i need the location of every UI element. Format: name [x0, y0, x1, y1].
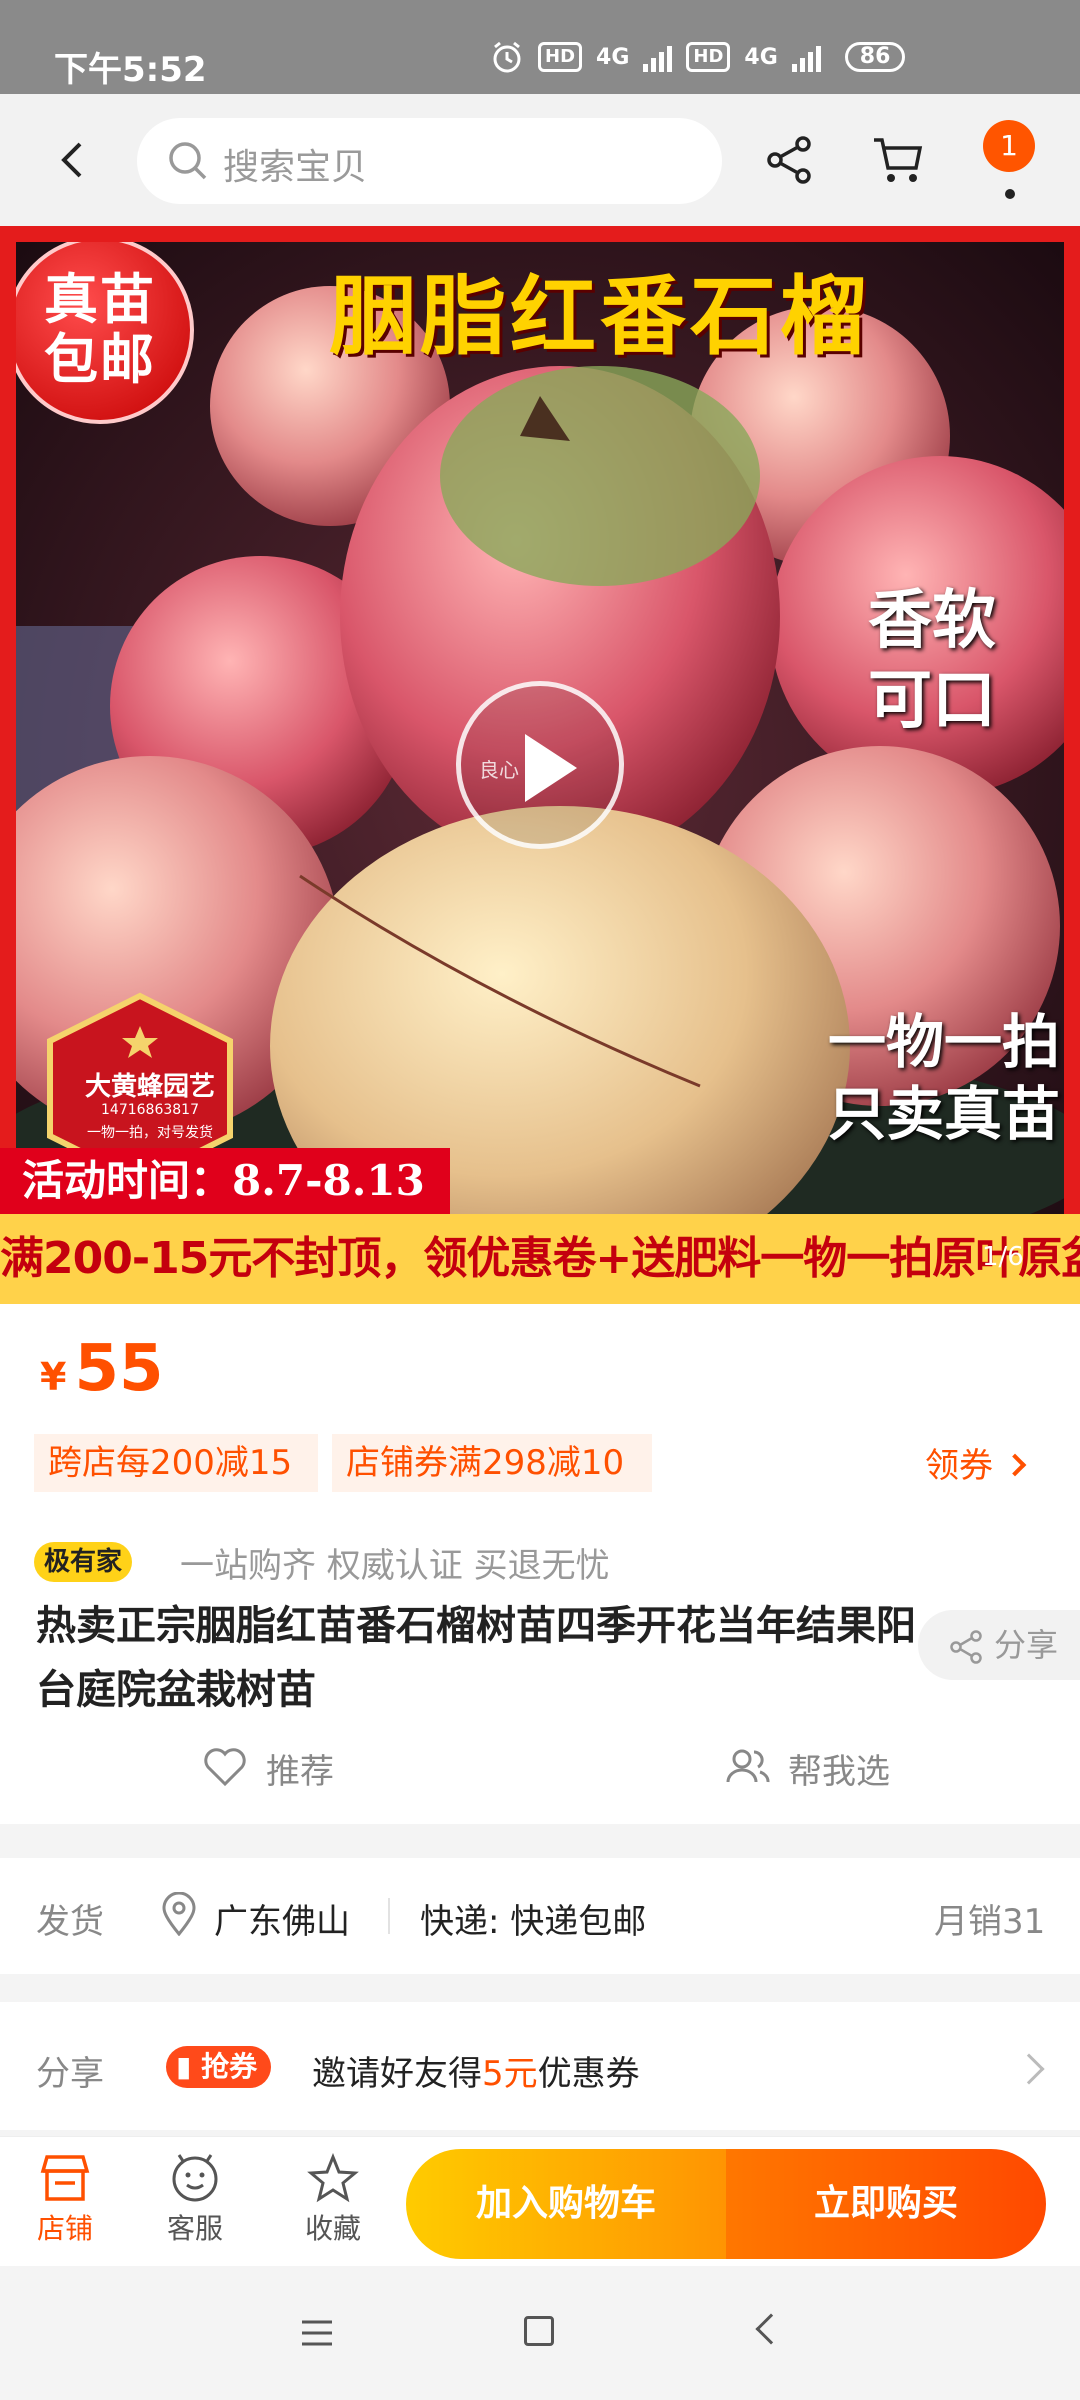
- search-bar[interactable]: 搜索宝贝: [137, 118, 722, 204]
- system-back-icon[interactable]: [755, 2313, 787, 2345]
- cross-store-coupon[interactable]: 跨店每200减15: [34, 1434, 318, 1492]
- favorite-button[interactable]: 收藏: [278, 2153, 388, 2247]
- hero-slogan: 一物一拍 只卖真苗: [827, 1008, 1060, 1148]
- share-button[interactable]: 分享: [918, 1610, 1080, 1680]
- invite-text: 邀请好友得5元优惠券: [312, 2046, 640, 2095]
- hd-icon: HD: [686, 42, 731, 72]
- heart-icon: [204, 1748, 246, 1787]
- shipping-row[interactable]: 发货 广东佛山 快递: 快递包邮 月销31: [0, 1858, 1080, 1974]
- ticket-icon: ▮: [176, 2050, 192, 2083]
- share-label: 分享: [994, 1626, 1059, 1664]
- back-arrow-icon[interactable]: [50, 136, 98, 184]
- top-nav: 搜索宝贝 1: [0, 94, 1080, 226]
- grab-coupon-badge: ▮ 抢券: [166, 2046, 272, 2088]
- play-icon: [525, 734, 577, 802]
- shipping-label: 发货: [36, 1902, 104, 1942]
- customer-service-button[interactable]: 客服: [140, 2153, 250, 2247]
- home-icon[interactable]: [524, 2316, 554, 2346]
- get-coupon-link[interactable]: 领券: [925, 1438, 1027, 1487]
- star-icon: [307, 2153, 359, 2203]
- network-type: 4G: [596, 44, 630, 70]
- notification-badge: 1: [983, 120, 1035, 172]
- help-choose-label: 帮我选: [788, 1752, 890, 1792]
- status-icons: HD 4G HD 4G 86: [490, 40, 906, 74]
- alarm-icon: [493, 41, 521, 73]
- invite-suffix: 优惠券: [537, 2054, 640, 2094]
- search-icon: [169, 142, 207, 180]
- buy-now-button[interactable]: 立即购买: [726, 2149, 1046, 2259]
- share-row-label: 分享: [36, 2054, 104, 2094]
- signal-icon: [643, 42, 673, 72]
- genuine-free-shipping-tag: 真苗 包邮: [6, 236, 194, 424]
- cart-icon[interactable]: [870, 132, 926, 186]
- promo-banner: 满200-15元不封顶，领优惠卷+送肥料一物一拍原叶原盆佛山发: [0, 1214, 1080, 1304]
- signal-icon: [791, 42, 821, 72]
- play-video-button[interactable]: 良心: [456, 681, 624, 849]
- price-section: ¥55 跨店每200减15 店铺券满298减10 领券 极有家 一站购齐 权威认…: [0, 1304, 1080, 1824]
- watermark: 良心: [479, 758, 519, 782]
- shop-badge-phone: 14716863817: [101, 1102, 199, 1118]
- monthly-sales: 月销31: [934, 1902, 1046, 1942]
- price-value: 55: [74, 1332, 164, 1406]
- search-placeholder: 搜索宝贝: [223, 147, 368, 188]
- divider: [388, 1898, 390, 1934]
- jiyoujia-badge: 极有家: [34, 1542, 133, 1582]
- add-to-cart-button[interactable]: 加入购物车: [406, 2149, 726, 2259]
- status-time: 下午5:52: [54, 50, 207, 90]
- battery-indicator: 86: [844, 42, 906, 72]
- system-nav-bar: [0, 2266, 1080, 2400]
- badge-tagline: 一站购齐 权威认证 买退无忧: [180, 1546, 610, 1586]
- get-coupon-label: 领券: [925, 1446, 993, 1486]
- location-pin-icon: [162, 1892, 196, 1936]
- store-icon: [40, 2155, 90, 2201]
- share-icon[interactable]: [765, 134, 815, 186]
- share-coupon-row[interactable]: 分享 ▮ 抢券 邀请好友得5元优惠券: [0, 2002, 1080, 2130]
- chevron-right-icon: [1003, 1453, 1027, 1477]
- product-title: 热卖正宗胭脂红苗番石榴树苗四季开花当年结果阳台庭院盆栽树苗: [36, 1603, 916, 1713]
- people-icon: [726, 1749, 770, 1783]
- network-type: 4G: [744, 44, 778, 70]
- grab-coupon-label: 抢券: [201, 2050, 258, 2083]
- product-image-carousel[interactable]: 真苗 包邮 胭脂红番石榴 香软 可口 一物一拍 只卖真苗 良心 大黄蜂园艺 14…: [0, 226, 1080, 1304]
- price: ¥55: [40, 1332, 164, 1406]
- share-icon: [950, 1630, 982, 1664]
- image-counter: 1/6: [982, 1242, 1024, 1272]
- service-icon: [172, 2154, 218, 2202]
- shipping-location: 广东佛山: [214, 1902, 350, 1942]
- chevron-right-icon: [1013, 2053, 1045, 2085]
- shop-badge-name: 大黄蜂园艺: [84, 1072, 215, 1102]
- hd-icon: HD: [538, 42, 583, 72]
- status-bar: 下午5:52 HD 4G HD 4G 86: [0, 0, 1080, 94]
- invite-prefix: 邀请好友得: [312, 2054, 482, 2094]
- store-label: 店铺: [36, 2212, 93, 2245]
- store-coupon[interactable]: 店铺券满298减10: [332, 1434, 652, 1492]
- shipping-express: 快递: 快递包邮: [420, 1902, 647, 1942]
- store-button[interactable]: 店铺: [10, 2153, 120, 2247]
- service-label: 客服: [166, 2212, 223, 2245]
- shop-badge-tagline: 一物一拍，对号发货: [87, 1125, 213, 1141]
- price-currency: ¥: [40, 1355, 67, 1399]
- hero-title: 胭脂红番石榴: [330, 266, 870, 367]
- hero-feature-text: 香软 可口: [868, 583, 996, 738]
- recommend-label: 推荐: [266, 1752, 334, 1792]
- invite-amount: 5元: [482, 2054, 538, 2094]
- favorite-label: 收藏: [304, 2212, 361, 2245]
- activity-time-banner: 活动时间：8.7-8.13: [0, 1148, 450, 1214]
- bottom-action-bar: 店铺 客服 收藏 加入购物车 立即购买: [0, 2136, 1080, 2266]
- recents-menu-icon[interactable]: [300, 2318, 334, 2348]
